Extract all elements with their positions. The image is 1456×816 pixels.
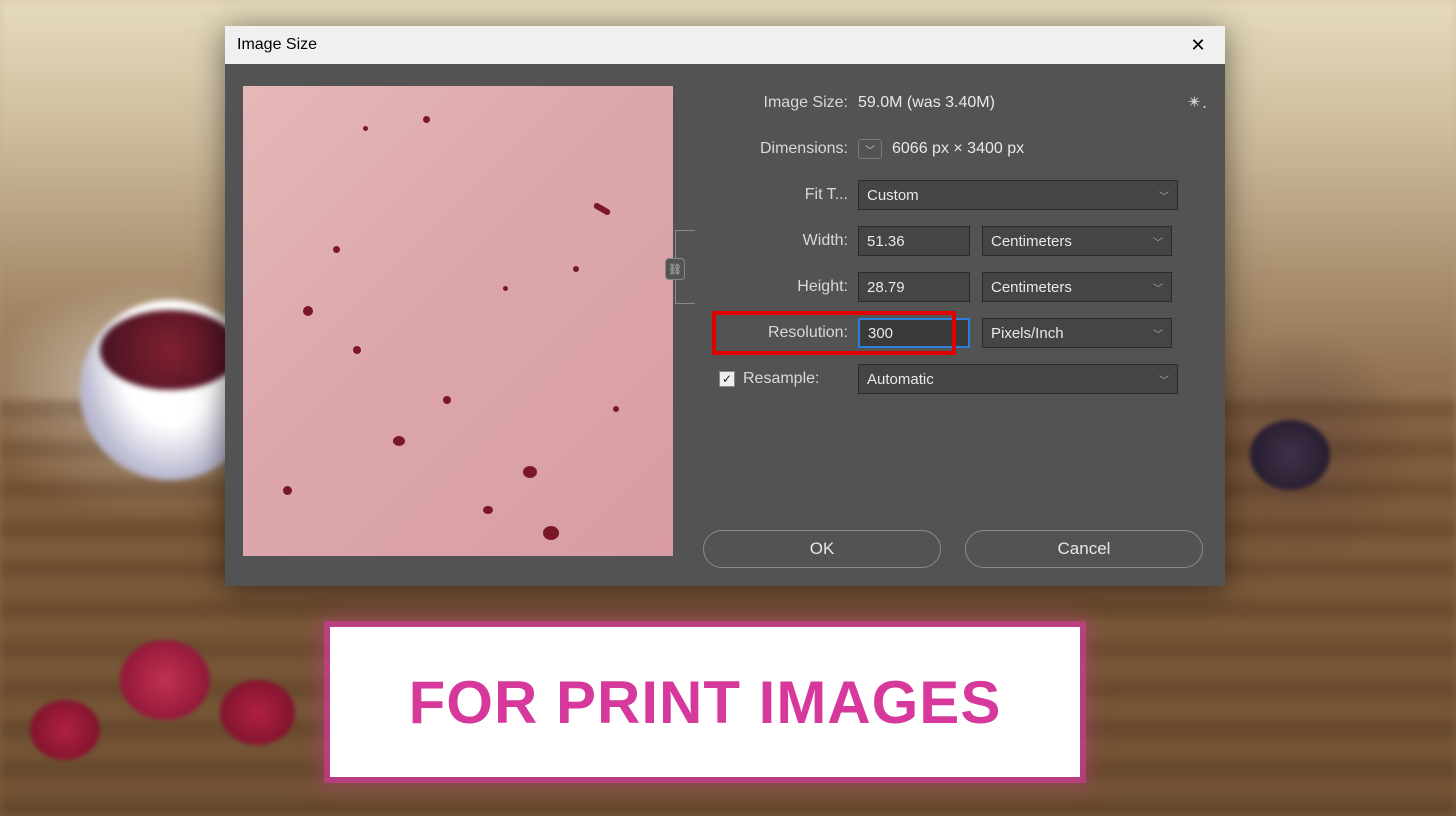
image-size-label: Image Size: [703, 94, 858, 112]
ok-button[interactable]: OK [703, 530, 941, 568]
height-unit-value: Centimeters [991, 279, 1072, 296]
image-size-value: 59.0M (was 3.40M) [858, 94, 995, 112]
dimensions-value: 6066 px × 3400 px [892, 140, 1024, 158]
resolution-unit-value: Pixels/Inch [991, 325, 1064, 342]
resolution-unit-select[interactable]: Pixels/Inch ﹀ [982, 318, 1172, 348]
chevron-down-icon: ﹀ [1153, 234, 1163, 249]
controls-panel: ✴. Image Size: 59.0M (was 3.40M) Dimensi… [703, 86, 1207, 568]
width-unit-select[interactable]: Centimeters ﹀ [982, 226, 1172, 256]
resolution-input[interactable] [858, 318, 970, 348]
resolution-label: Resolution: [703, 324, 858, 342]
background-berry [120, 640, 210, 720]
annotation-caption: FOR PRINT IMAGES [330, 627, 1080, 777]
background-berry [30, 700, 100, 760]
chevron-down-icon: ﹀ [1153, 280, 1163, 295]
width-input[interactable] [858, 226, 970, 256]
dimensions-dropdown-icon[interactable]: ﹀ [858, 139, 882, 159]
width-label: Width: [703, 232, 858, 250]
resample-label: Resample: [743, 370, 819, 388]
chevron-down-icon: ﹀ [1159, 188, 1169, 203]
image-size-dialog: Image Size ✕ ✴. Image Size: 59.0M (was 3… [225, 26, 1225, 586]
image-preview[interactable] [243, 86, 673, 556]
background-berry [1250, 420, 1330, 490]
dimensions-label: Dimensions: [703, 140, 858, 158]
height-input[interactable] [858, 272, 970, 302]
close-icon[interactable]: ✕ [1183, 35, 1213, 56]
height-unit-select[interactable]: Centimeters ﹀ [982, 272, 1172, 302]
dialog-titlebar[interactable]: Image Size ✕ [225, 26, 1225, 64]
fit-to-select[interactable]: Custom ﹀ [858, 180, 1178, 210]
gear-icon[interactable]: ✴. [1187, 92, 1207, 113]
constrain-proportions-icon[interactable]: ⛓ [665, 258, 685, 280]
resample-select[interactable]: Automatic ﹀ [858, 364, 1178, 394]
fit-to-value: Custom [867, 187, 919, 204]
fit-to-label: Fit T... [703, 186, 858, 204]
resample-value: Automatic [867, 371, 934, 388]
background-berry [220, 680, 295, 745]
width-unit-value: Centimeters [991, 233, 1072, 250]
height-label: Height: [703, 278, 858, 296]
chevron-down-icon: ﹀ [1159, 372, 1169, 387]
cancel-button[interactable]: Cancel [965, 530, 1203, 568]
dialog-title: Image Size [237, 36, 1183, 54]
chevron-down-icon: ﹀ [1153, 326, 1163, 341]
resample-checkbox[interactable]: ✓ [719, 371, 735, 387]
